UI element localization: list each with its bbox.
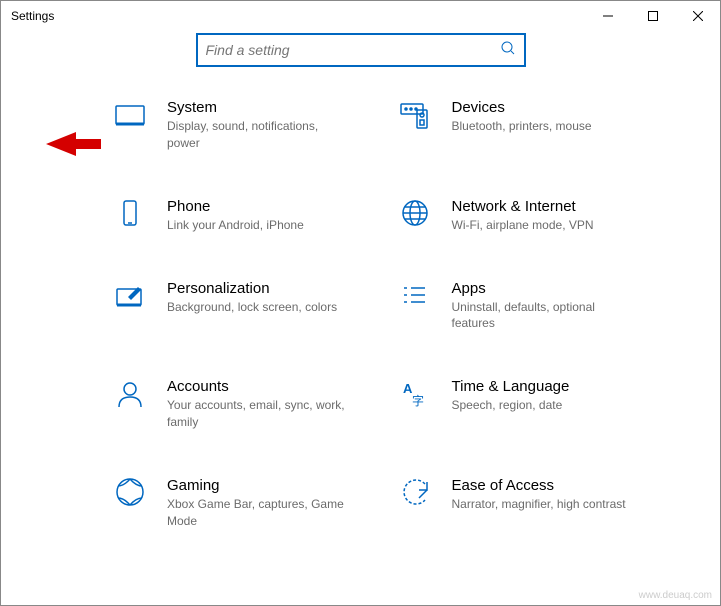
search-icon [500, 40, 516, 61]
annotation-arrow [46, 129, 106, 164]
window-title: Settings [11, 9, 54, 23]
category-network[interactable]: Network & Internet Wi-Fi, airplane mode,… [396, 196, 661, 234]
category-desc: Uninstall, defaults, optional features [452, 299, 632, 333]
phone-icon [111, 196, 149, 234]
category-title: Accounts [167, 378, 347, 395]
category-gaming[interactable]: Gaming Xbox Game Bar, captures, Game Mod… [111, 475, 376, 530]
titlebar: Settings [1, 1, 720, 31]
category-desc: Xbox Game Bar, captures, Game Mode [167, 496, 347, 530]
category-desc: Speech, region, date [452, 397, 570, 414]
category-phone[interactable]: Phone Link your Android, iPhone [111, 196, 376, 234]
search-input[interactable] [206, 42, 500, 58]
time-language-icon: A字 [396, 376, 434, 414]
category-time[interactable]: A字 Time & Language Speech, region, date [396, 376, 661, 431]
system-icon [111, 97, 149, 135]
category-desc: Bluetooth, printers, mouse [452, 118, 592, 135]
category-desc: Your accounts, email, sync, work, family [167, 397, 347, 431]
category-title: Phone [167, 198, 304, 215]
window-controls [585, 1, 720, 31]
settings-grid: System Display, sound, notifications, po… [1, 97, 720, 529]
search-container [1, 33, 720, 67]
category-title: Network & Internet [452, 198, 594, 215]
category-title: Devices [452, 99, 592, 116]
category-desc: Wi-Fi, airplane mode, VPN [452, 217, 594, 234]
search-box[interactable] [196, 33, 526, 67]
category-accounts[interactable]: Accounts Your accounts, email, sync, wor… [111, 376, 376, 431]
minimize-button[interactable] [585, 1, 630, 31]
category-title: Gaming [167, 477, 347, 494]
category-desc: Background, lock screen, colors [167, 299, 337, 316]
network-icon [396, 196, 434, 234]
category-desc: Narrator, magnifier, high contrast [452, 496, 626, 513]
category-title: Time & Language [452, 378, 570, 395]
personalization-icon [111, 278, 149, 316]
apps-icon [396, 278, 434, 316]
accounts-icon [111, 376, 149, 414]
devices-icon [396, 97, 434, 135]
category-apps[interactable]: Apps Uninstall, defaults, optional featu… [396, 278, 661, 333]
watermark: www.deuaq.com [639, 590, 712, 601]
category-system[interactable]: System Display, sound, notifications, po… [111, 97, 376, 152]
gaming-icon [111, 475, 149, 513]
category-devices[interactable]: Devices Bluetooth, printers, mouse [396, 97, 661, 152]
category-ease[interactable]: Ease of Access Narrator, magnifier, high… [396, 475, 661, 530]
category-title: System [167, 99, 347, 116]
close-button[interactable] [675, 1, 720, 31]
ease-of-access-icon [396, 475, 434, 513]
maximize-button[interactable] [630, 1, 675, 31]
category-desc: Link your Android, iPhone [167, 217, 304, 234]
category-title: Personalization [167, 280, 337, 297]
svg-text:字: 字 [412, 393, 424, 408]
category-desc: Display, sound, notifications, power [167, 118, 347, 152]
category-title: Apps [452, 280, 632, 297]
category-personalization[interactable]: Personalization Background, lock screen,… [111, 278, 376, 333]
category-title: Ease of Access [452, 477, 626, 494]
